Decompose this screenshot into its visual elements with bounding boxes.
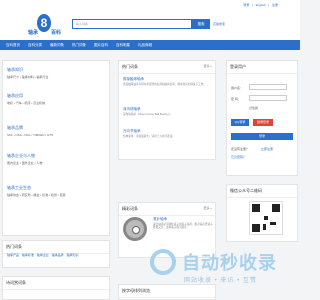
header: 8 轴承 百科 输入词条 搜索 高级搜索: [0, 10, 300, 40]
entry-title[interactable]: 角接触球轴承: [123, 77, 213, 82]
entry-title[interactable]: 万向节轴承: [123, 129, 213, 134]
nav-item-gifts[interactable]: 礼品商城: [138, 40, 152, 50]
login-link[interactable]: 登录: [243, 3, 249, 7]
category-links[interactable]: 国内企业 • 国外企业 • 人物: [7, 161, 42, 165]
category-block: 轴承知识 轴承尺寸 • 轴承材料 • 轴承行业: [7, 67, 48, 79]
entry-title[interactable]: 滚针轴承: [153, 217, 213, 222]
watermark-subtext: 网站收录 • 来访 • 互赞: [184, 278, 257, 284]
category-block: 轴承工业生态 轴承协会 • 研究所 • 展会 • 标准 • 检测 • 贸易: [7, 185, 66, 197]
tag-link[interactable]: 轴承标准: [22, 253, 34, 257]
entry-desc: 滚针轴承是带圆柱滚子的滚子轴承，相对其直径滚子既细又长，这种滚子称为滚针。: [153, 223, 213, 230]
forgot-link[interactable]: 忘记密码？: [231, 155, 246, 159]
panel-title: 微信公众号二维码: [227, 185, 297, 198]
logo-text-right: 百科: [51, 30, 62, 36]
panel-title: 登录用户: [227, 61, 297, 74]
category-links[interactable]: 电机 • 汽车 • 机床 • 农业机械: [7, 101, 45, 105]
nav-item-home[interactable]: 百科首页: [6, 40, 20, 50]
panel-title: 热门词条: [119, 61, 215, 74]
register-prompt: 还没有注册？: [231, 147, 250, 151]
category-title[interactable]: 轴承企业与人物: [7, 153, 42, 159]
watermark-logo-icon: [150, 249, 176, 275]
panel-title: 精彩词条: [119, 203, 215, 216]
top-bar: 登录 | English | 注册: [0, 0, 300, 10]
tag-link[interactable]: 轴承产品: [7, 253, 19, 257]
tag-link[interactable]: 轴承知识: [66, 253, 78, 257]
entry-desc: 角接触球轴承可同时承受径向负荷和轴向负荷，能在较高的转速下工作。: [123, 83, 206, 86]
nav-item-categories[interactable]: 百科分类: [28, 40, 42, 50]
tag-link[interactable]: 轴承品牌: [52, 253, 64, 257]
tag-link[interactable]: 轴承企业: [37, 253, 49, 257]
username-field[interactable]: [249, 84, 287, 90]
entry-desc: 结构简单，承受载荷大，适用于万向节连接。: [123, 135, 175, 138]
panel-title: 诗词赏词条: [3, 277, 109, 290]
search-input[interactable]: 输入词条: [72, 19, 192, 29]
english-link[interactable]: English: [256, 3, 266, 7]
main-nav: 百科首页 百科分类 最新词条 热门词条 图片百科 百科明星 礼品商城: [0, 40, 300, 50]
weibo-login-button[interactable]: 微博登录: [253, 119, 273, 126]
category-links[interactable]: 轴承尺寸 • 轴承材料 • 轴承行业: [7, 75, 48, 79]
username-label: 用户名：: [231, 86, 244, 90]
register-link[interactable]: 注册: [272, 3, 278, 7]
nav-item-stars[interactable]: 百科明星: [116, 40, 130, 50]
poetry-panel: 诗词赏词条: [2, 276, 110, 300]
logo-text-left: 轴承: [28, 30, 39, 36]
category-title[interactable]: 轴承品牌: [7, 125, 53, 131]
separator: |: [268, 3, 270, 7]
tag-list: 轴承产品 轴承标准 轴承企业 轴承品牌 轴承知识: [7, 253, 80, 257]
advanced-search-link[interactable]: 高级搜索: [213, 22, 225, 26]
entry-item: 万向节轴承 结构简单，承受载荷大，适用于万向节连接。: [123, 129, 213, 138]
bearing-image[interactable]: [123, 217, 147, 241]
category-title[interactable]: 轴承知识: [7, 67, 48, 73]
entry-item: 深沟球轴承 深沟球轴承（Deep Groove Ball Bearing）。: [123, 107, 213, 116]
register-now-link[interactable]: 立即注册: [261, 147, 273, 151]
category-block: 轴承应用 电机 • 汽车 • 机床 • 农业机械: [7, 93, 45, 105]
watermark-text: 自动秒收录: [182, 253, 277, 273]
entry-desc: 深沟球轴承（Deep Groove Ball Bearing）。: [123, 113, 173, 116]
separator: |: [252, 3, 253, 7]
nav-item-hot[interactable]: 热门词条: [72, 40, 86, 50]
entry-title[interactable]: 深沟球轴承: [123, 107, 213, 112]
category-block: 轴承品牌 SKF • NSK • FAG • TIMKEN • NTN: [7, 125, 53, 137]
password-label: 密 码：: [231, 97, 241, 101]
login-panel: 登录用户 用户名： 密 码： 记住我 QQ登录 微博登录 登录 还没有注册？ 忘…: [226, 60, 298, 176]
wechat-qr-code: [249, 201, 283, 235]
category-title[interactable]: 轴承应用: [7, 93, 45, 99]
logo-mark: 8: [37, 14, 51, 32]
watermark: 自动秒收录 网站收录 • 来访 • 互赞: [150, 245, 300, 290]
more-link[interactable]: 更多 »: [203, 64, 212, 68]
hot-tags-panel: 热门词条 轴承产品 轴承标准 轴承企业 轴承品牌 轴承知识: [2, 240, 110, 268]
search-button[interactable]: 搜索: [192, 19, 210, 29]
remember-label[interactable]: 记住我: [249, 106, 258, 110]
category-links[interactable]: 轴承协会 • 研究所 • 展会 • 标准 • 检测 • 贸易: [7, 193, 66, 197]
category-title[interactable]: 轴承工业生态: [7, 185, 66, 191]
password-field[interactable]: [249, 95, 287, 101]
site-logo[interactable]: 8 轴承 百科: [28, 14, 68, 38]
more-link[interactable]: 更多 »: [203, 206, 212, 210]
category-links[interactable]: SKF • NSK • FAG • TIMKEN • NTN: [7, 133, 53, 137]
hot-entries-panel: 热门词条 更多 » 角接触球轴承 角接触球轴承可同时承受径向负荷和轴向负荷，能在…: [118, 60, 216, 160]
top-links: 登录 | English | 注册: [241, 3, 278, 7]
nav-item-latest[interactable]: 最新词条: [50, 40, 64, 50]
qq-login-button[interactable]: QQ登录: [231, 119, 249, 126]
picture-entry: 滚针轴承 滚针轴承是带圆柱滚子的滚子轴承，相对其直径滚子既细又长，这种滚子称为滚…: [153, 217, 213, 230]
category-panel: 轴承知识 轴承尺寸 • 轴承材料 • 轴承行业 轴承应用 电机 • 汽车 • 机…: [2, 60, 110, 236]
login-button[interactable]: 登录: [231, 133, 293, 140]
wechat-panel: 微信公众号二维码: [226, 184, 298, 242]
nav-item-images[interactable]: 图片百科: [94, 40, 108, 50]
category-block: 轴承企业与人物 国内企业 • 国外企业 • 人物: [7, 153, 42, 165]
entry-item: 角接触球轴承 角接触球轴承可同时承受径向负荷和轴向负荷，能在较高的转速下工作。: [123, 77, 213, 86]
